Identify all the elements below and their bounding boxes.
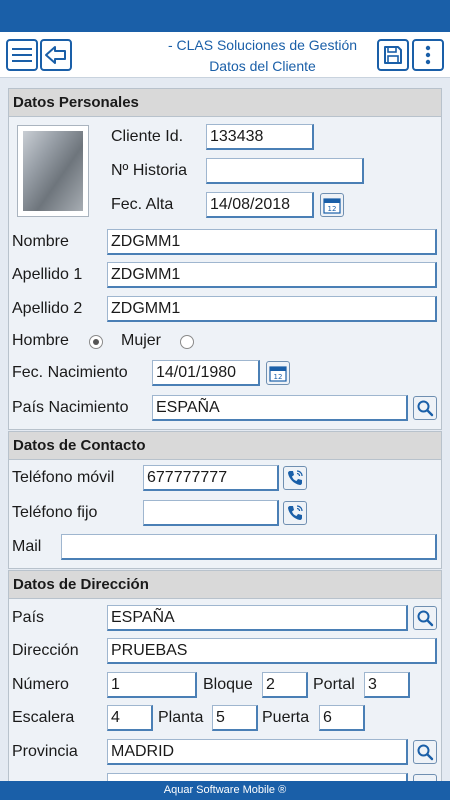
history-field[interactable]: [206, 158, 364, 184]
save-disk-icon: [384, 46, 402, 64]
block-field[interactable]: 2: [262, 672, 308, 698]
number-field[interactable]: 1: [107, 672, 197, 698]
section-header-contact: Datos de Contacto: [9, 432, 441, 460]
next-row-field[interactable]: [107, 773, 408, 781]
country-label: País: [12, 609, 45, 626]
portal-field[interactable]: 3: [364, 672, 410, 698]
calendar-icon: 12: [323, 198, 341, 214]
client-photo[interactable]: [17, 125, 89, 217]
registration-date-label: Fec. Alta: [111, 196, 174, 213]
address-data-section: Datos de Dirección País ESPAÑA Dirección…: [8, 570, 442, 781]
number-label: Número: [12, 676, 69, 693]
portal-label: Portal: [313, 676, 355, 693]
registration-date-picker-button[interactable]: 12: [320, 193, 344, 217]
landline-phone-field[interactable]: [143, 500, 279, 526]
calendar-icon: 12: [269, 366, 287, 382]
status-bar: [0, 0, 450, 32]
street-label: Dirección: [12, 642, 79, 659]
country-field[interactable]: ESPAÑA: [107, 605, 408, 631]
female-label: Mujer: [121, 332, 162, 349]
search-icon: [417, 400, 434, 417]
menu-button[interactable]: [6, 39, 38, 71]
street-field[interactable]: PRUEBAS: [107, 638, 437, 664]
call-landline-button[interactable]: [283, 501, 307, 525]
svg-text:12: 12: [328, 205, 337, 213]
footer-bar: Aquar Software Mobile ®: [0, 781, 450, 800]
contact-data-section: Datos de Contacto Teléfono móvil 6777777…: [8, 431, 442, 569]
hamburger-menu-icon: [12, 48, 32, 62]
client-id-label: Cliente Id.: [111, 128, 184, 145]
back-button[interactable]: [40, 39, 72, 71]
female-radio[interactable]: [180, 335, 194, 349]
door-field[interactable]: 6: [319, 705, 365, 731]
call-mobile-button[interactable]: [283, 466, 307, 490]
back-arrow-icon: [45, 46, 66, 64]
surname2-label: Apellido 2: [12, 300, 83, 317]
section-header-personal: Datos Personales: [9, 89, 441, 117]
floor-field[interactable]: 5: [212, 705, 258, 731]
phone-call-icon: [288, 505, 303, 520]
birth-date-label: Fec. Nacimiento: [12, 364, 128, 381]
door-label: Puerta: [262, 709, 310, 726]
save-button[interactable]: [377, 39, 409, 71]
phone-call-icon: [288, 470, 303, 485]
app-bar: - CLAS Soluciones de Gestión Datos del C…: [0, 32, 450, 78]
mail-label: Mail: [12, 538, 42, 555]
birth-date-field[interactable]: 14/01/1980: [152, 360, 260, 386]
block-label: Bloque: [203, 676, 253, 693]
landline-phone-label: Teléfono fijo: [12, 504, 98, 521]
province-label: Provincia: [12, 743, 78, 760]
search-icon: [417, 744, 434, 761]
surname2-field[interactable]: ZDGMM1: [107, 296, 437, 322]
app-title: - CLAS Soluciones de Gestión: [167, 37, 358, 53]
section-header-address: Datos de Dirección: [9, 571, 441, 599]
stair-label: Escalera: [12, 709, 75, 726]
name-field[interactable]: ZDGMM1: [107, 229, 437, 255]
birth-country-field[interactable]: ESPAÑA: [152, 395, 408, 421]
floor-label: Planta: [158, 709, 204, 726]
mail-field[interactable]: [61, 534, 437, 560]
page-title: Datos del Cliente: [209, 58, 316, 74]
surname1-field[interactable]: ZDGMM1: [107, 262, 437, 288]
province-field[interactable]: MADRID: [107, 739, 408, 765]
name-label: Nombre: [12, 233, 69, 250]
mobile-phone-label: Teléfono móvil: [12, 469, 115, 486]
male-radio[interactable]: [89, 335, 103, 349]
client-id-field[interactable]: 133438: [206, 124, 314, 150]
form-content[interactable]: Datos Personales Cliente Id. 133438 Nº H…: [0, 78, 450, 781]
more-options-button[interactable]: [412, 39, 444, 71]
registration-date-field[interactable]: 14/08/2018: [206, 192, 314, 218]
search-icon: [417, 610, 434, 627]
mobile-phone-field[interactable]: 677777777: [143, 465, 279, 491]
surname1-label: Apellido 1: [12, 266, 83, 283]
stair-field[interactable]: 4: [107, 705, 153, 731]
birth-country-search-button[interactable]: [413, 396, 437, 420]
birth-country-label: País Nacimiento: [12, 399, 129, 416]
next-row-search-button[interactable]: [413, 774, 437, 781]
province-search-button[interactable]: [413, 740, 437, 764]
history-label: Nº Historia: [111, 162, 188, 179]
more-vertical-icon: [425, 45, 431, 65]
male-label: Hombre: [12, 332, 69, 349]
svg-text:12: 12: [274, 373, 283, 381]
personal-data-section: Datos Personales Cliente Id. 133438 Nº H…: [8, 88, 442, 430]
country-search-button[interactable]: [413, 606, 437, 630]
birth-date-picker-button[interactable]: 12: [266, 361, 290, 385]
